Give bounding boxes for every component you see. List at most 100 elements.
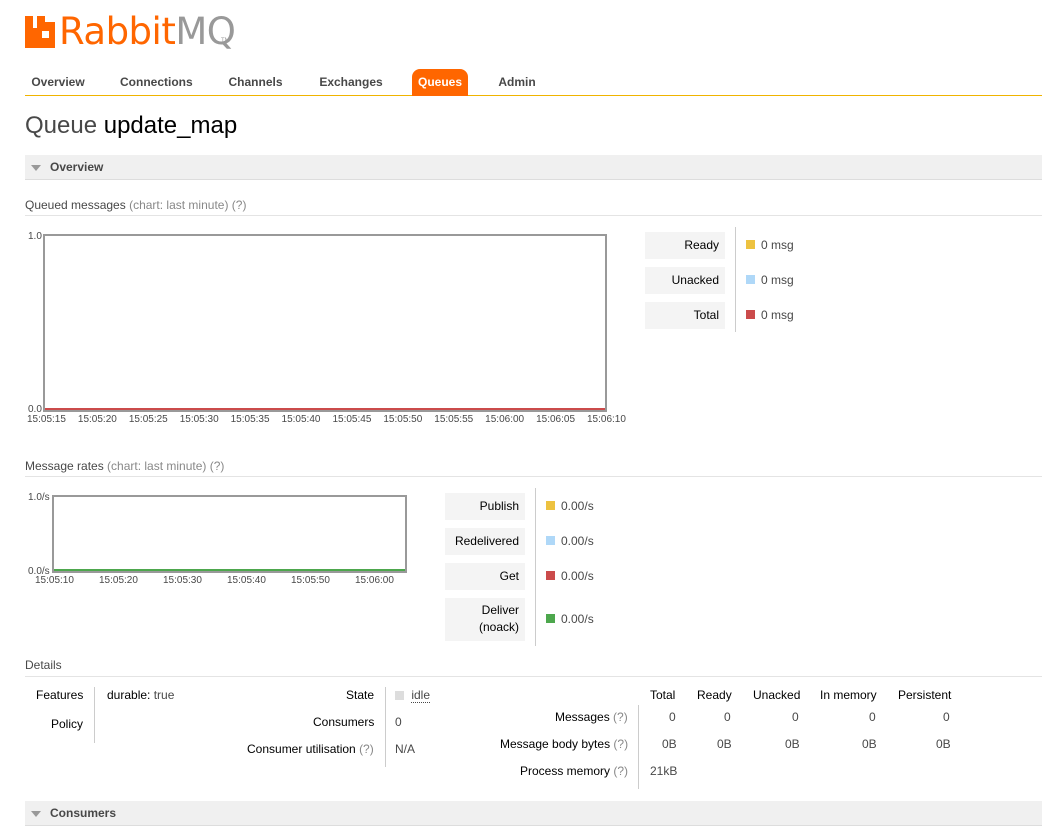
tab-admin[interactable]: Admin (492, 69, 542, 96)
legend-redelivered-value: 0.00/s (561, 534, 594, 548)
legend-publish-label: Publish (445, 493, 525, 520)
logo-trademark: TM (221, 38, 230, 44)
state-idle-icon (395, 691, 404, 700)
messages-ready: 0 (724, 710, 731, 724)
features-label: Features (36, 688, 84, 702)
queued-x-tick: 15:06:05 (536, 414, 576, 425)
tab-overview[interactable]: Overview (25, 69, 91, 96)
process-memory-value: 21kB (650, 764, 678, 778)
messages-total: 0 (669, 710, 676, 724)
state-idle-text[interactable]: idle (411, 688, 431, 703)
details-separator-1 (94, 687, 95, 743)
rates-x-tick: 15:05:50 (291, 575, 330, 586)
features-key: durable: (107, 688, 151, 702)
queued-x-tick: 15:05:25 (128, 414, 168, 425)
utilisation-label-text: Consumer utilisation (247, 742, 356, 756)
details-separator-3 (638, 705, 639, 789)
legend-redelivered-swatch[interactable] (546, 536, 555, 545)
queued-messages-header: Queued messages (chart: last minute) (?) (25, 198, 1042, 216)
consumer-utilisation-label: Consumer utilisation (?) (247, 742, 374, 756)
legend-unacked-label: Unacked (645, 267, 725, 294)
legend-divider (735, 227, 736, 332)
legend-unacked-value: 0 msg (761, 273, 794, 287)
legend-publish-value: 0.00/s (561, 499, 594, 513)
utilisation-help[interactable]: (?) (359, 742, 374, 756)
tab-connections[interactable]: Connections (114, 69, 198, 96)
rates-x-tick: 15:05:30 (163, 575, 202, 586)
queued-x-tick: 15:06:00 (485, 414, 525, 425)
legend-total-value: 0 msg (761, 308, 794, 322)
col-in-memory: In memory (820, 688, 877, 702)
details-separator-2 (385, 687, 386, 767)
features-durable-value: true (153, 688, 175, 702)
body-bytes-row-label: Message body bytes (?) (500, 737, 628, 751)
queued-messages-help[interactable]: (?) (232, 198, 247, 212)
body-bytes-ready: 0B (717, 737, 732, 751)
body-bytes-label-text: Message body bytes (500, 737, 611, 751)
messages-row-label: Messages (?) (555, 710, 628, 724)
overview-section-toggle[interactable]: Overview (25, 155, 1042, 180)
tab-exchanges[interactable]: Exchanges (313, 69, 389, 96)
messages-persistent: 0 (943, 710, 950, 724)
consumers-section-label: Consumers (50, 806, 117, 820)
col-total: Total (650, 688, 676, 702)
legend-unacked-swatch[interactable] (746, 275, 755, 284)
legend-redelivered-label: Redelivered (445, 528, 525, 555)
legend-total-swatch[interactable] (746, 310, 755, 319)
legend-get-swatch[interactable] (546, 571, 555, 580)
col-unacked: Unacked (753, 688, 801, 702)
queued-messages-range-link[interactable]: (chart: last minute) (129, 198, 228, 212)
legend-ready-value: 0 msg (761, 238, 794, 252)
details-title: Details (25, 658, 62, 672)
process-memory-help[interactable]: (?) (613, 764, 628, 778)
consumer-utilisation-value: N/A (395, 742, 416, 756)
consumers-section-toggle[interactable]: Consumers (25, 801, 1042, 826)
page-title-prefix: Queue (25, 112, 98, 139)
legend-deliver-noack-swatch[interactable] (546, 614, 555, 623)
process-memory-row-label: Process memory (?) (520, 764, 628, 778)
consumers-label: Consumers (313, 715, 375, 729)
rates-x-tick: 15:05:10 (35, 575, 74, 586)
queued-x-tick: 15:05:55 (434, 414, 474, 425)
state-label: State (346, 688, 375, 702)
features-value: durable: true (107, 688, 174, 702)
messages-in-memory: 0 (869, 710, 876, 724)
message-rates-header: Message rates (chart: last minute) (?) (25, 459, 1042, 477)
legend-publish-swatch[interactable] (546, 501, 555, 510)
legend-ready-label: Ready (645, 232, 725, 259)
legend-ready-swatch[interactable] (746, 240, 755, 249)
legend-total-label: Total (645, 302, 725, 329)
consumers-value: 0 (395, 715, 402, 729)
messages-unacked: 0 (792, 710, 799, 724)
queue-name: update_map (103, 112, 238, 139)
process-memory-label-text: Process memory (520, 764, 611, 778)
details-header: Details (25, 658, 1042, 677)
col-ready: Ready (697, 688, 732, 702)
tab-channels[interactable]: Channels (222, 69, 289, 96)
queued-x-tick: 15:05:35 (230, 414, 270, 425)
rates-legend-divider (535, 488, 536, 646)
policy-label: Policy (51, 717, 84, 731)
tab-queues[interactable]: Queues (412, 69, 468, 96)
rates-y-max: 1.0/s (28, 492, 50, 503)
logo-text: RabbitMQ (59, 10, 236, 53)
legend-deliver-noack-value: 0.00/s (561, 612, 594, 626)
queued-y-max: 1.0 (28, 231, 42, 242)
rates-x-tick: 15:06:00 (355, 575, 394, 586)
collapse-triangle-icon (31, 165, 41, 171)
body-bytes-help[interactable]: (?) (613, 737, 628, 751)
queued-messages-chart (43, 234, 607, 412)
queued-x-tick: 15:05:15 (27, 414, 66, 425)
legend-get-label: Get (445, 563, 525, 590)
message-rates-range-link[interactable]: (chart: last minute) (107, 459, 206, 473)
message-rates-help[interactable]: (?) (210, 459, 225, 473)
collapse-triangle-icon (31, 811, 41, 817)
message-rates-chart (52, 495, 407, 573)
queued-total-series-line (45, 408, 605, 410)
col-persistent: Persistent (898, 688, 952, 702)
body-bytes-persistent: 0B (936, 737, 951, 751)
queued-x-tick: 15:05:50 (383, 414, 423, 425)
messages-help[interactable]: (?) (613, 710, 628, 724)
main-nav: Overview Connections Channels Exchanges … (25, 69, 1042, 96)
rabbit-logo-icon (25, 16, 55, 48)
